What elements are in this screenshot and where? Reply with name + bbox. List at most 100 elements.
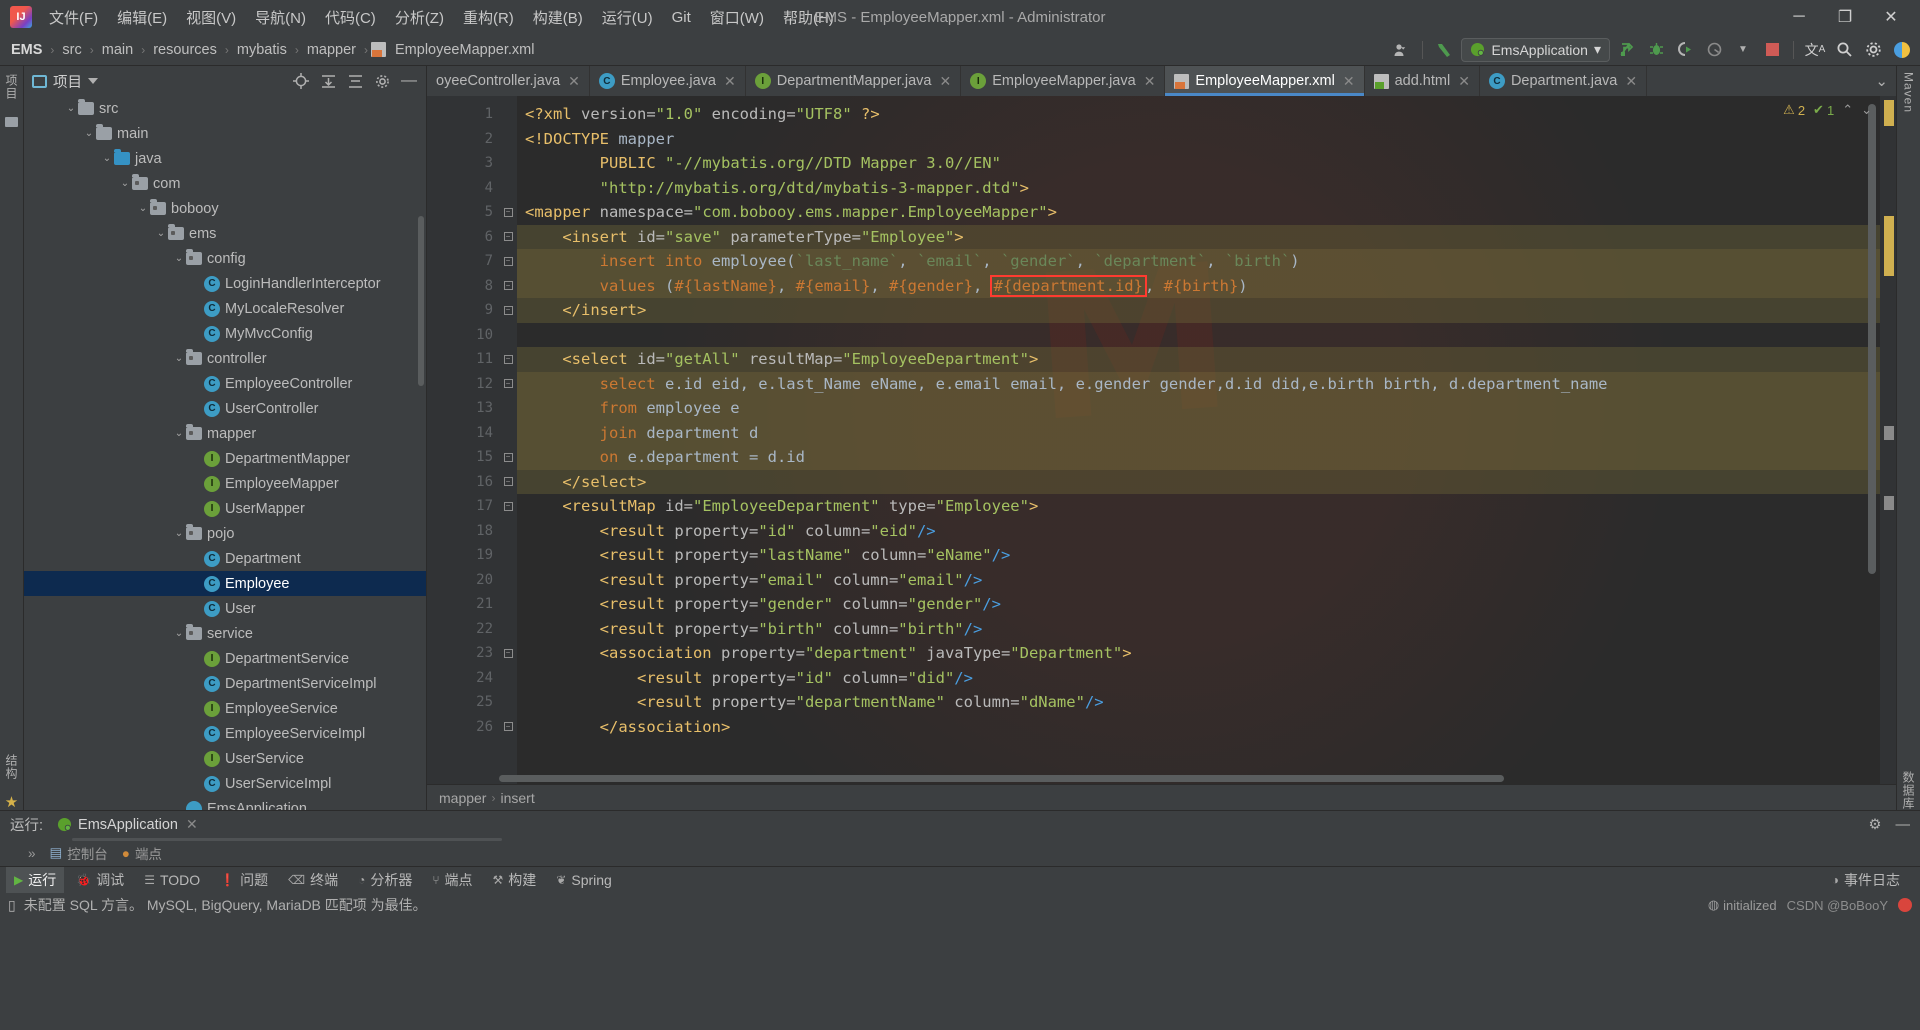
hide-panel-icon[interactable]: — bbox=[400, 72, 418, 90]
code-line[interactable]: <result property="id" column="did"/> bbox=[517, 666, 1880, 691]
editor-tab-4[interactable]: EmployeeMapper.xml ✕ bbox=[1165, 66, 1365, 96]
maximize-button[interactable]: ❐ bbox=[1822, 0, 1868, 34]
chevron-down-icon[interactable] bbox=[88, 78, 98, 84]
hammer-build-icon[interactable] bbox=[1432, 39, 1456, 61]
tree-item[interactable]: ⌄ mapper bbox=[24, 421, 426, 446]
strip-structure-label[interactable]: 结构 bbox=[3, 754, 20, 780]
close-icon[interactable]: ✕ bbox=[724, 73, 736, 90]
breadcrumb-item-0[interactable]: EMS bbox=[6, 40, 47, 60]
breadcrumb-item-1[interactable]: src bbox=[57, 40, 86, 60]
tree-item[interactable]: ⌄ ems bbox=[24, 221, 426, 246]
code-line[interactable]: <result property="departmentName" column… bbox=[517, 690, 1880, 715]
tree-item[interactable]: ›IUserService bbox=[24, 746, 426, 771]
breadcrumb-item-5[interactable]: mapper bbox=[302, 40, 361, 60]
tree-item[interactable]: ⌄ controller bbox=[24, 346, 426, 371]
collapse-icon[interactable]: − bbox=[503, 722, 513, 732]
code-line[interactable]: PUBLIC "-//mybatis.org//DTD Mapper 3.0//… bbox=[517, 151, 1880, 176]
code-line[interactable]: "http://mybatis.org/dtd/mybatis-3-mapper… bbox=[517, 176, 1880, 201]
menu-window[interactable]: 窗口(W) bbox=[701, 3, 773, 32]
code-line[interactable]: <?xml version="1.0" encoding="UTF8" ?> bbox=[517, 102, 1880, 127]
close-icon[interactable]: ✕ bbox=[186, 816, 198, 833]
fold-marker[interactable]: − bbox=[499, 372, 517, 397]
chevron-down-icon[interactable]: ▾ bbox=[1594, 41, 1601, 58]
tree-item[interactable]: ›EmsApplication bbox=[24, 796, 426, 810]
code-line[interactable]: </association> bbox=[517, 715, 1880, 740]
chevron-down-icon[interactable]: ⌄ bbox=[172, 527, 186, 541]
menu-help[interactable]: 帮助(H) bbox=[774, 3, 843, 32]
locate-file-icon[interactable] bbox=[292, 72, 310, 90]
tree-item[interactable]: ›CLoginHandlerInterceptor bbox=[24, 271, 426, 296]
fold-marker[interactable] bbox=[499, 127, 517, 152]
tree-item[interactable]: ⌄ main bbox=[24, 121, 426, 146]
code-line[interactable]: <result property="birth" column="birth"/… bbox=[517, 617, 1880, 642]
tree-item[interactable]: ›IEmployeeService bbox=[24, 696, 426, 721]
project-panel-actions[interactable]: — bbox=[292, 72, 418, 90]
tree-item[interactable]: ›CMyMvcConfig bbox=[24, 321, 426, 346]
hide-panel-icon[interactable]: — bbox=[1896, 817, 1911, 833]
editor-tab-5[interactable]: add.html ✕ bbox=[1365, 66, 1480, 96]
fold-marker[interactable]: − bbox=[499, 225, 517, 250]
close-icon[interactable]: ✕ bbox=[1625, 73, 1637, 90]
menu-analyze[interactable]: 分析(Z) bbox=[386, 3, 453, 32]
chevron-down-icon[interactable]: ⌄ bbox=[172, 252, 186, 266]
code-line[interactable]: join department d bbox=[517, 420, 1880, 445]
tree-item[interactable]: ⌄ src bbox=[24, 96, 426, 121]
chevron-down-icon[interactable]: ⌄ bbox=[136, 202, 150, 216]
editor-tabs-overflow[interactable]: ⌄ bbox=[1867, 66, 1896, 96]
fold-marker[interactable] bbox=[499, 323, 517, 348]
breadcrumb-item-4[interactable]: mybatis bbox=[232, 40, 292, 60]
tree-item[interactable]: ⌄ service bbox=[24, 621, 426, 646]
search-everywhere-icon[interactable] bbox=[1832, 39, 1856, 61]
tree-item[interactable]: ›CEmployeeServiceImpl bbox=[24, 721, 426, 746]
menu-run[interactable]: 运行(U) bbox=[593, 3, 662, 32]
close-icon[interactable]: ✕ bbox=[1343, 73, 1355, 90]
tree-item[interactable]: ›CMyLocaleResolver bbox=[24, 296, 426, 321]
fold-marker[interactable] bbox=[499, 617, 517, 642]
menu-navigate[interactable]: 导航(N) bbox=[246, 3, 315, 32]
run-configuration-selector[interactable]: EmsApplication ▾ bbox=[1461, 37, 1610, 62]
notification-dot-icon[interactable] bbox=[1898, 898, 1912, 912]
minimize-button[interactable]: ─ bbox=[1776, 0, 1822, 34]
run-tab-emsapplication[interactable]: EmsApplication ✕ bbox=[51, 814, 204, 835]
tree-item[interactable]: ⌄ config bbox=[24, 246, 426, 271]
chevron-down-icon[interactable]: ⌄ bbox=[1875, 72, 1888, 90]
tool-window-endpoints[interactable]: ⑂ 端点 bbox=[424, 867, 480, 893]
fold-marker[interactable]: − bbox=[499, 470, 517, 495]
tree-item[interactable]: ›IEmployeeMapper bbox=[24, 471, 426, 496]
breadcrumb-item-2[interactable]: main bbox=[97, 40, 138, 60]
initialized-indicator[interactable]: ◍ initialized bbox=[1708, 897, 1777, 913]
tree-item[interactable]: ›CEmployeeController bbox=[24, 371, 426, 396]
tree-item[interactable]: ›CEmployee bbox=[24, 571, 426, 596]
fold-marker[interactable] bbox=[499, 396, 517, 421]
chevron-down-icon[interactable]: ⌄ bbox=[172, 627, 186, 641]
menu-git[interactable]: Git bbox=[663, 5, 700, 30]
fold-marker[interactable]: − bbox=[499, 200, 517, 225]
menu-bar[interactable]: 文件(F) 编辑(E) 视图(V) 导航(N) 代码(C) 分析(Z) 重构(R) 构建(B)… bbox=[40, 3, 843, 32]
warning-marker[interactable] bbox=[1884, 216, 1894, 276]
tree-item[interactable]: ›CUser bbox=[24, 596, 426, 621]
fold-marker[interactable]: − bbox=[499, 715, 517, 740]
breadcrumb-item-insert[interactable]: insert bbox=[500, 790, 534, 806]
code-line[interactable]: values (#{lastName}, #{email}, #{gender}… bbox=[517, 273, 1880, 298]
menu-refactor[interactable]: 重构(R) bbox=[454, 3, 523, 32]
code-line[interactable]: <result property="id" column="eid"/> bbox=[517, 519, 1880, 544]
fold-marker[interactable] bbox=[499, 592, 517, 617]
chevron-down-icon[interactable]: ⌄ bbox=[172, 427, 186, 441]
run-subtab-endpoints[interactable]: ● 端点 bbox=[122, 843, 162, 863]
chevron-down-icon[interactable]: ⌄ bbox=[64, 102, 78, 116]
code-line[interactable]: insert into employee(`last_name`, `email… bbox=[517, 249, 1880, 274]
code-line[interactable]: <insert id="save" parameterType="Employe… bbox=[517, 224, 1880, 249]
warning-count-badge[interactable]: ⚠ 2 bbox=[1783, 102, 1805, 118]
tool-window-event-log[interactable]: ◑ 事件日志 bbox=[1824, 867, 1908, 893]
collapse-icon[interactable]: − bbox=[503, 477, 513, 487]
tree-item[interactable]: ›CDepartment bbox=[24, 546, 426, 571]
fold-marker[interactable]: − bbox=[499, 445, 517, 470]
run-panel-actions[interactable]: ⚙ — bbox=[1869, 817, 1911, 833]
editor-vertical-scrollbar[interactable] bbox=[1868, 104, 1876, 574]
run-subtab-console[interactable]: ▤ 控制台 bbox=[50, 843, 108, 863]
editor-tab-0[interactable]: oyeeController.java ✕ bbox=[427, 66, 590, 96]
editor-tab-2[interactable]: I DepartmentMapper.java ✕ bbox=[746, 66, 962, 96]
strip-database-label[interactable]: 数据库 bbox=[1900, 771, 1917, 810]
warning-marker[interactable] bbox=[1884, 100, 1894, 126]
menu-code[interactable]: 代码(C) bbox=[316, 3, 385, 32]
